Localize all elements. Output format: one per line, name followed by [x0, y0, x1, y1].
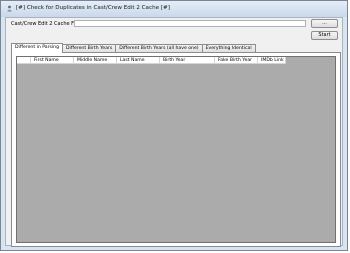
main-window: [#] Check for Duplicates in Cast/Crew Ed… — [0, 0, 348, 251]
duplicates-grid[interactable]: First Name Middle Name Last Name Birth Y… — [16, 56, 336, 243]
start-button[interactable]: Start — [311, 31, 338, 40]
row-header-corner[interactable] — [17, 57, 31, 64]
window-title: [#] Check for Duplicates in Cast/Crew Ed… — [16, 5, 170, 11]
cache-file-input[interactable] — [74, 20, 306, 27]
client-area: Cast/Crew Edit 2 Cache File: ... Start D… — [5, 17, 343, 247]
column-header-last-name[interactable]: Last Name — [117, 57, 160, 64]
column-header-first-name[interactable]: First Name — [31, 57, 74, 64]
title-bar[interactable]: [#] Check for Duplicates in Cast/Crew Ed… — [1, 1, 347, 17]
column-header-birth-year[interactable]: Birth Year — [160, 57, 215, 64]
browse-button[interactable]: ... — [311, 19, 338, 28]
cache-file-label: Cast/Crew Edit 2 Cache File: — [11, 21, 82, 27]
grid-header: First Name Middle Name Last Name Birth Y… — [17, 57, 286, 64]
column-header-middle-name[interactable]: Middle Name — [74, 57, 117, 64]
column-header-imdb-link[interactable]: IMDb Link — [258, 57, 286, 64]
tab-different-in-parsing[interactable]: Different in Parsing — [11, 43, 64, 53]
column-header-fake-birth-year[interactable]: Fake Birth Year — [215, 57, 258, 64]
app-icon — [7, 5, 12, 12]
tab-panel: First Name Middle Name Last Name Birth Y… — [11, 52, 341, 247]
